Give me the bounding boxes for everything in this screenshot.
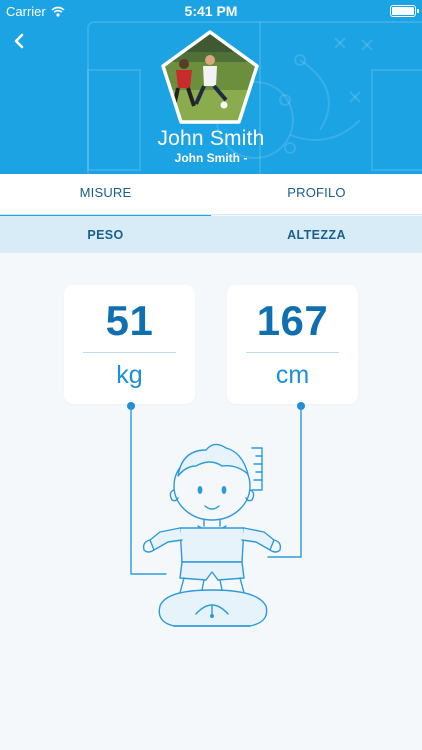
back-button[interactable] [6,28,32,54]
player-name: John Smith [157,127,265,150]
height-card[interactable]: 167 cm [227,285,358,404]
height-value: 167 [256,297,329,344]
measure-subtabs: PESO ALTEZZA [0,216,422,253]
avatar[interactable] [160,30,260,126]
chevron-left-icon [14,33,24,49]
battery-icon [390,5,419,17]
weight-unit: kg [116,361,143,389]
tab-divider [0,214,422,215]
weight-card[interactable]: 51 kg [64,285,195,404]
subtab-peso[interactable]: PESO [0,216,211,253]
player-subtitle: John Smith - [174,151,248,165]
weight-value: 51 [105,297,154,344]
tab-profilo[interactable]: PROFILO [211,174,422,215]
tab-misure[interactable]: MISURE [0,174,211,218]
tab-bar: MISURE PROFILO [0,174,422,218]
status-time: 5:41 PM [184,3,238,19]
profile-header: Carrier 5:41 PM John Smith John Smith - [0,0,422,174]
card-divider [83,352,176,353]
status-bar: Carrier 5:41 PM [0,0,422,22]
subtab-altezza[interactable]: ALTEZZA [211,216,422,253]
kid-on-scale-illustration [127,402,305,627]
card-divider [246,352,339,353]
height-unit: cm [275,361,310,389]
